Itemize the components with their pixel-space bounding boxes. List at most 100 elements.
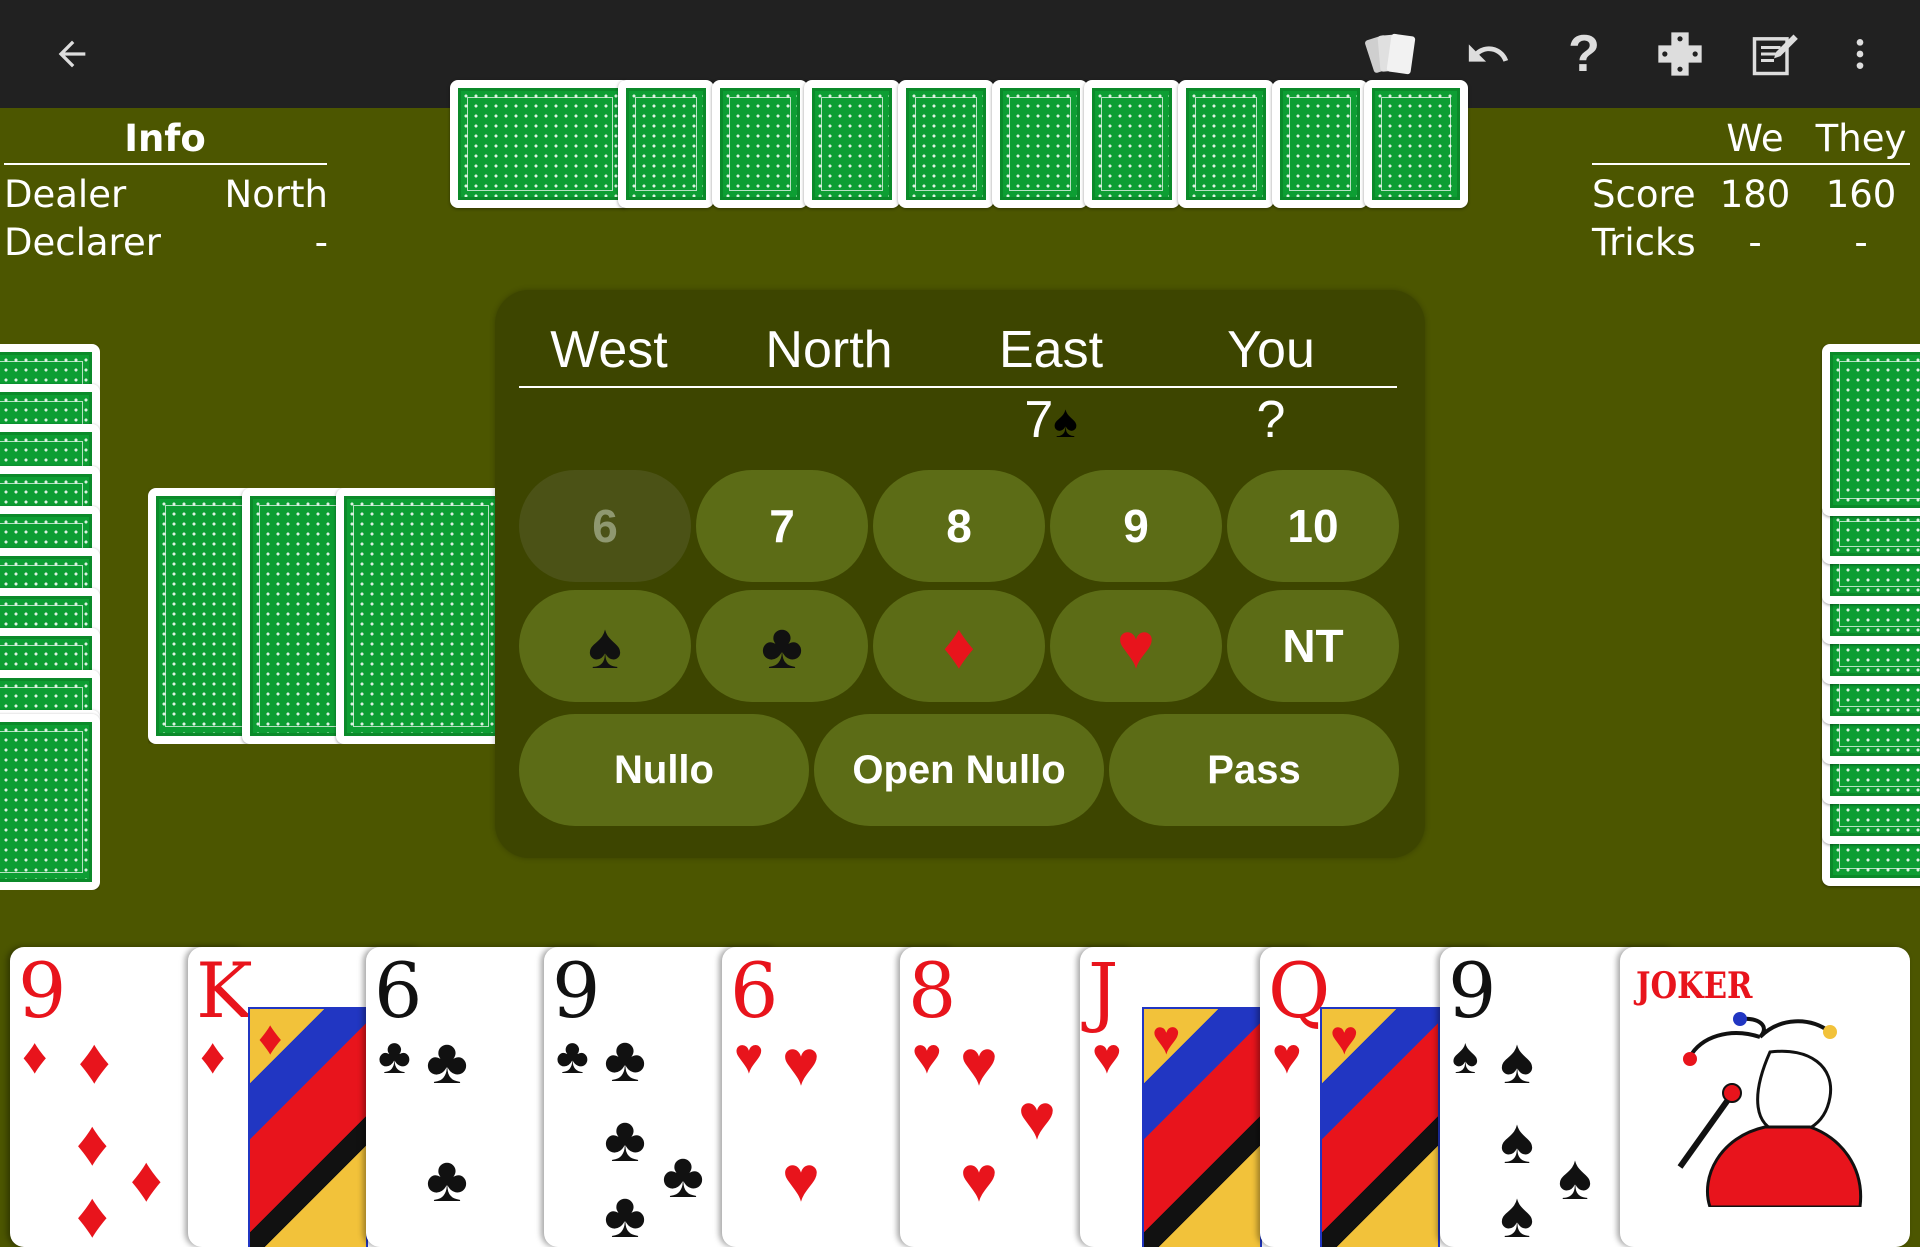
- notepad-button[interactable]: [1738, 18, 1810, 90]
- bid-clubs-button[interactable]: ♣: [696, 590, 868, 702]
- club-icon: ♣: [426, 1025, 468, 1097]
- tricks-they: -: [1854, 221, 1868, 264]
- diamond-icon: ♦: [78, 1025, 111, 1097]
- east-hand: [1820, 344, 1920, 890]
- heart-icon: ♥: [1272, 1028, 1302, 1084]
- dpad-icon: [1658, 32, 1702, 76]
- more-options-button[interactable]: [1824, 18, 1896, 90]
- diamond-icon: ♦: [76, 1179, 109, 1247]
- club-icon: ♣: [761, 610, 803, 682]
- bid-spades-button[interactable]: ♠: [519, 590, 691, 702]
- bidding-dialog: West North East You 7♠ ? 6 7 8 9 10 ♠ ♣ …: [495, 290, 1425, 858]
- north-card-back: [1178, 80, 1274, 208]
- declarer-value: -: [314, 221, 328, 264]
- undo-icon: [1468, 44, 1509, 62]
- score-they: 160: [1825, 173, 1897, 216]
- info-title: Info: [124, 117, 206, 160]
- tricks-label: Tricks: [1592, 221, 1696, 264]
- bid-header-divider: [519, 386, 1397, 388]
- score-header-we: We: [1726, 117, 1784, 160]
- dealer-label: Dealer: [4, 173, 127, 216]
- bid-you: ?: [1256, 391, 1286, 449]
- jack-face-art: ♥: [1142, 1007, 1262, 1247]
- heart-icon: ♥: [960, 1143, 998, 1215]
- bid-level-10-button[interactable]: 10: [1227, 470, 1399, 582]
- spade-icon: ♠: [1500, 1105, 1534, 1177]
- club-icon: ♣: [378, 1028, 411, 1084]
- north-card-back: [618, 80, 714, 208]
- bid-east-level: 7: [1024, 391, 1054, 449]
- club-icon: ♣: [604, 1179, 646, 1247]
- open-nullo-button[interactable]: Open Nullo: [814, 714, 1104, 826]
- jester-art-icon: [1677, 1012, 1863, 1207]
- nullo-button[interactable]: Nullo: [519, 714, 809, 826]
- bid-no-trump-button[interactable]: NT: [1227, 590, 1399, 702]
- heart-icon: ♥: [782, 1027, 820, 1099]
- help-icon: ?: [1568, 25, 1600, 83]
- bid-diamonds-button[interactable]: ♦: [873, 590, 1045, 702]
- club-icon: ♣: [604, 1023, 646, 1095]
- diamond-icon: ♦: [22, 1028, 48, 1084]
- notepad-icon: [1752, 34, 1798, 76]
- west-card-back: [0, 714, 100, 890]
- heart-icon: ♥: [1117, 610, 1155, 682]
- club-icon: ♣: [556, 1028, 589, 1084]
- back-button[interactable]: [36, 18, 108, 90]
- bid-level-6-button[interactable]: 6: [519, 470, 691, 582]
- cards-icon: [1365, 33, 1416, 75]
- queen-face-art: ♥: [1320, 1007, 1440, 1247]
- north-card-back: [992, 80, 1088, 208]
- diamond-icon: ♦: [76, 1107, 109, 1179]
- score-label: Score: [1592, 173, 1696, 216]
- bid-header-west: West: [550, 321, 668, 379]
- bid-east: 7♠: [941, 390, 1161, 451]
- score-we: 180: [1719, 173, 1791, 216]
- bid-hearts-button[interactable]: ♥: [1050, 590, 1222, 702]
- heart-icon: ♥: [734, 1028, 764, 1084]
- card-rank: J: [1088, 947, 1119, 1035]
- card-rank: 6: [374, 947, 423, 1035]
- bid-level-9-button[interactable]: 9: [1050, 470, 1222, 582]
- more-vert-icon: [1856, 39, 1864, 69]
- card-rank: 9: [552, 947, 601, 1035]
- north-card-back: [898, 80, 994, 208]
- spade-icon: ♠: [1558, 1141, 1592, 1213]
- heart-icon: ♥: [960, 1027, 998, 1099]
- tricks-we: -: [1748, 221, 1762, 264]
- bid-level-8-button[interactable]: 8: [873, 470, 1045, 582]
- spade-icon: ♠: [1053, 395, 1078, 447]
- bid-header-north: North: [765, 321, 893, 379]
- arrow-left-icon: [58, 40, 86, 68]
- spade-icon: ♠: [1452, 1028, 1479, 1084]
- bid-level-7-button[interactable]: 7: [696, 470, 868, 582]
- dealer-value: North: [224, 173, 328, 216]
- card-rank: 6: [730, 947, 779, 1035]
- diamond-icon: ♦: [130, 1143, 163, 1215]
- north-card-back: [1272, 80, 1368, 208]
- east-card-back: [1822, 344, 1920, 516]
- table-card-back: [336, 488, 498, 744]
- info-panel: Info Dealer North Declarer -: [0, 108, 340, 278]
- card-rank: 8: [908, 947, 957, 1035]
- table-card-stack: [148, 488, 498, 744]
- score-panel: We They Score 180 160 Tricks - -: [1580, 108, 1920, 278]
- joker-label: JOKER: [1636, 965, 1753, 1007]
- dpad-button[interactable]: [1644, 18, 1716, 90]
- heart-icon: ♥: [912, 1028, 942, 1084]
- spade-icon: ♠: [588, 610, 622, 682]
- pass-button[interactable]: Pass: [1109, 714, 1399, 826]
- diamond-icon: ♦: [200, 1028, 226, 1084]
- score-divider: [1592, 163, 1910, 165]
- north-card-back: [1084, 80, 1180, 208]
- north-card-back: [804, 80, 900, 208]
- club-icon: ♣: [604, 1103, 646, 1175]
- hand-card-joker[interactable]: JOKER: [1620, 947, 1910, 1247]
- heart-icon: ♥: [782, 1143, 820, 1215]
- help-button[interactable]: ?: [1548, 18, 1620, 90]
- spade-icon: ♠: [1500, 1025, 1534, 1097]
- score-header-they: They: [1815, 117, 1907, 160]
- spade-icon: ♠: [1500, 1179, 1534, 1247]
- club-icon: ♣: [662, 1139, 704, 1211]
- north-hand: [450, 80, 1470, 210]
- heart-icon: ♥: [1092, 1028, 1122, 1084]
